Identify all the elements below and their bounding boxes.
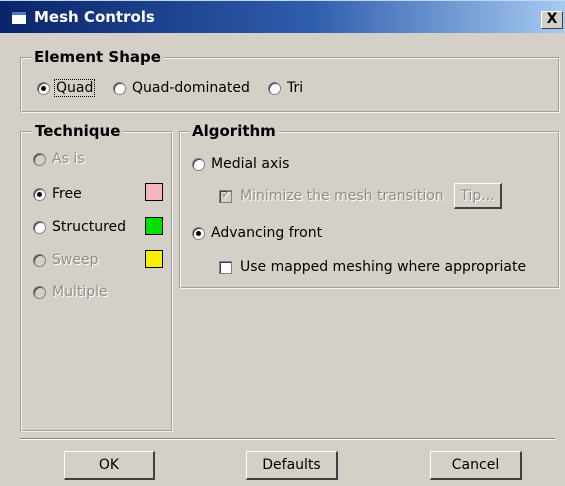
radio-free-label: Free	[52, 186, 82, 202]
radio-button-icon	[33, 220, 46, 234]
radio-button-icon	[33, 253, 46, 267]
mesh-controls-dialog: Mesh Controls X Element Shape Quad Quad-…	[0, 0, 565, 486]
radio-button-icon	[33, 187, 46, 201]
window-title: Mesh Controls	[34, 8, 155, 26]
tip-button[interactable]: Tip...	[454, 183, 502, 209]
mapped-meshing-checkbox[interactable]: Use mapped meshing where appropriate	[219, 258, 526, 276]
radio-multiple-label: Multiple	[52, 284, 108, 300]
close-button[interactable]: X	[541, 11, 563, 29]
radio-as-is[interactable]: As is	[33, 150, 85, 168]
radio-sweep-label: Sweep	[52, 252, 99, 268]
radio-quad-label: Quad	[54, 79, 96, 97]
radio-button-icon	[37, 81, 50, 95]
minimize-transition-label: Minimize the mesh transition	[240, 188, 444, 204]
cancel-button[interactable]: Cancel	[430, 451, 522, 480]
radio-button-icon	[192, 157, 205, 171]
radio-free[interactable]: Free	[33, 185, 82, 203]
radio-quad-dominated-label: Quad-dominated	[132, 80, 250, 96]
element-shape-legend: Element Shape	[31, 49, 164, 66]
radio-button-icon	[192, 226, 205, 240]
radio-structured-label: Structured	[52, 219, 127, 235]
free-color-swatch	[145, 183, 163, 201]
defaults-button[interactable]: Defaults	[246, 451, 338, 480]
radio-sweep[interactable]: Sweep	[33, 251, 98, 269]
radio-medial-axis-label: Medial axis	[211, 156, 290, 172]
button-divider	[20, 438, 555, 440]
radio-button-icon	[33, 285, 46, 299]
radio-button-icon	[113, 81, 126, 95]
title-bar[interactable]: Mesh Controls X	[0, 0, 565, 33]
window-icon	[11, 11, 27, 25]
radio-quad-dominated[interactable]: Quad-dominated	[113, 79, 250, 97]
algorithm-legend: Algorithm	[189, 123, 279, 140]
checkbox-icon	[219, 187, 232, 203]
technique-legend: Technique	[32, 123, 124, 140]
radio-advancing-front-label: Advancing front	[211, 225, 323, 241]
ok-button[interactable]: OK	[64, 451, 155, 480]
checkbox-icon	[219, 260, 232, 274]
radio-button-icon	[33, 152, 46, 166]
radio-quad[interactable]: Quad	[37, 79, 96, 97]
radio-medial-axis[interactable]: Medial axis	[192, 155, 289, 173]
radio-multiple[interactable]: Multiple	[33, 283, 108, 301]
radio-tri-label: Tri	[287, 80, 304, 96]
radio-tri[interactable]: Tri	[268, 79, 303, 97]
technique-group	[20, 131, 173, 432]
radio-advancing-front[interactable]: Advancing front	[192, 224, 322, 242]
radio-as-is-label: As is	[52, 151, 85, 167]
radio-button-icon	[268, 81, 281, 95]
mapped-meshing-label: Use mapped meshing where appropriate	[240, 259, 527, 275]
radio-structured[interactable]: Structured	[33, 218, 126, 236]
sweep-color-swatch	[145, 250, 163, 268]
minimize-transition-checkbox[interactable]: Minimize the mesh transition	[219, 187, 444, 205]
structured-color-swatch	[145, 217, 163, 235]
